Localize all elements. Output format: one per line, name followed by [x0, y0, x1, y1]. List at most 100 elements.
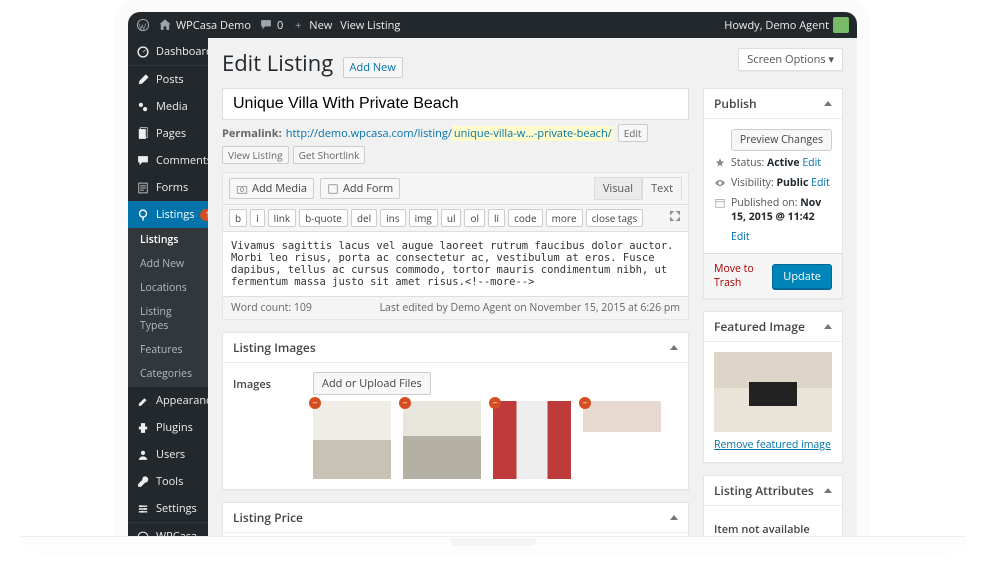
permalink-row: Permalink: http://demo.wpcasa.com/listin…: [222, 124, 689, 164]
listing-images-handle[interactable]: Listing Images: [223, 333, 688, 363]
add-upload-button[interactable]: Add or Upload Files: [313, 372, 431, 395]
page-title: Edit Listing: [222, 48, 333, 78]
submenu-add-new[interactable]: Add New: [128, 252, 208, 276]
menu-media[interactable]: Media: [128, 93, 208, 120]
remove-image-icon[interactable]: −: [309, 397, 321, 409]
edit-date-link[interactable]: Edit: [731, 230, 750, 244]
submenu-listing-types[interactable]: Listing Types: [128, 300, 208, 338]
move-to-trash-link[interactable]: Move to Trash: [714, 262, 772, 290]
listing-price-handle[interactable]: Listing Price: [223, 503, 688, 533]
listing-price-box: Listing Price Price (€) No currency symb…: [222, 502, 689, 540]
site-name[interactable]: WPCasa Demo: [158, 18, 251, 33]
qt-i[interactable]: i: [250, 209, 265, 227]
main-content: Edit Listing Add New Screen Options ▾ Pe…: [208, 38, 857, 540]
wp-logo[interactable]: [136, 18, 150, 32]
item-not-available-title: Item not available: [714, 522, 832, 537]
menu-tools[interactable]: Tools: [128, 468, 208, 495]
listing-images-box: Listing Images Images Add or Upload File…: [222, 332, 689, 490]
publish-box: Publish Preview Changes Status: Active E…: [703, 88, 843, 299]
submenu-features[interactable]: Features: [128, 338, 208, 362]
submenu-locations[interactable]: Locations: [128, 276, 208, 300]
add-new-button[interactable]: Add New: [343, 57, 403, 78]
add-form-button[interactable]: Add Form: [320, 178, 400, 199]
menu-comments[interactable]: Comments: [128, 147, 208, 174]
toggle-icon[interactable]: [824, 488, 832, 493]
submenu-categories[interactable]: Categories: [128, 362, 208, 386]
featured-image-handle[interactable]: Featured Image: [704, 312, 842, 342]
qt-bquote[interactable]: b-quote: [299, 209, 348, 227]
images-label: Images: [233, 373, 303, 479]
qt-ol[interactable]: ol: [464, 209, 485, 227]
remove-image-icon[interactable]: −: [579, 397, 591, 409]
menu-users[interactable]: Users: [128, 441, 208, 468]
listing-title-input[interactable]: [222, 88, 689, 120]
permalink-slug[interactable]: unique-villa-w…-private-beach/: [452, 126, 614, 141]
menu-dashboard[interactable]: Dashboard: [128, 38, 208, 65]
qt-more[interactable]: more: [546, 209, 583, 227]
edit-status-link[interactable]: Edit: [802, 156, 821, 170]
qt-ul[interactable]: ul: [441, 209, 462, 227]
qt-b[interactable]: b: [229, 209, 247, 227]
featured-image-box: Featured Image Remove featured image: [703, 311, 843, 463]
menu-appearance[interactable]: Appearance: [128, 387, 208, 414]
qt-li[interactable]: li: [488, 209, 505, 227]
toggle-icon[interactable]: [824, 101, 832, 106]
pin-icon: [714, 157, 726, 169]
featured-image-thumb[interactable]: [714, 352, 832, 432]
remove-image-icon[interactable]: −: [489, 397, 501, 409]
fullscreen-icon[interactable]: [668, 209, 682, 223]
qt-closetags[interactable]: close tags: [586, 209, 644, 227]
view-listing-link[interactable]: View Listing: [340, 18, 400, 33]
toggle-icon[interactable]: [670, 515, 678, 520]
image-thumb[interactable]: −: [493, 401, 571, 479]
menu-listings[interactable]: Listings1: [128, 201, 208, 228]
tab-text[interactable]: Text: [642, 177, 682, 200]
content-textarea[interactable]: Vivamus sagittis lacus vel augue laoreet…: [223, 231, 688, 296]
screen-options-toggle[interactable]: Screen Options ▾: [738, 48, 843, 71]
listing-attributes-box: Listing Attributes Item not available Th…: [703, 475, 843, 540]
get-shortlink-button[interactable]: Get Shortlink: [293, 146, 366, 164]
edit-visibility-link[interactable]: Edit: [811, 176, 830, 190]
tab-visual[interactable]: Visual: [594, 177, 642, 200]
my-account[interactable]: Howdy, Demo Agent: [724, 17, 849, 33]
toggle-icon[interactable]: [824, 324, 832, 329]
publish-handle[interactable]: Publish: [704, 89, 842, 119]
content-editor: Add Media Add Form Visual Text: [222, 172, 689, 320]
visibility-icon: [714, 177, 726, 189]
camera-icon: [236, 183, 248, 195]
submenu-listings[interactable]: Listings: [128, 228, 208, 252]
qt-code[interactable]: code: [508, 209, 543, 227]
preview-changes-button[interactable]: Preview Changes: [731, 129, 832, 151]
image-thumb[interactable]: −: [583, 401, 661, 479]
menu-plugins[interactable]: Plugins: [128, 414, 208, 441]
avatar: [833, 17, 849, 33]
form-icon: [327, 183, 339, 195]
permalink-base[interactable]: http://demo.wpcasa.com/listing/: [286, 126, 452, 141]
admin-menu: Dashboard Posts Media Pages Comments For…: [128, 38, 208, 540]
menu-forms[interactable]: Forms: [128, 174, 208, 201]
qt-del[interactable]: del: [351, 209, 377, 227]
new-content[interactable]: +New: [291, 18, 332, 33]
add-media-button[interactable]: Add Media: [229, 178, 314, 199]
listings-badge: 1: [200, 209, 208, 221]
toggle-icon[interactable]: [670, 345, 678, 350]
qt-ins[interactable]: ins: [380, 209, 405, 227]
image-thumb[interactable]: −: [403, 401, 481, 479]
remove-featured-image-link[interactable]: Remove featured image: [714, 438, 831, 452]
update-button[interactable]: Update: [772, 264, 832, 289]
remove-image-icon[interactable]: −: [399, 397, 411, 409]
qt-img[interactable]: img: [409, 209, 438, 227]
admin-bar: WPCasa Demo 0 +New View Listing Howdy, D…: [128, 12, 857, 38]
view-listing-button[interactable]: View Listing: [222, 146, 289, 164]
quicktags-toolbar: b i link b-quote del ins img ul ol li: [223, 204, 688, 231]
listings-submenu: Listings Add New Locations Listing Types…: [128, 228, 208, 386]
word-count: Word count: 109: [231, 301, 312, 315]
listing-attributes-handle[interactable]: Listing Attributes: [704, 476, 842, 506]
menu-pages[interactable]: Pages: [128, 120, 208, 147]
qt-link[interactable]: link: [268, 209, 296, 227]
menu-settings[interactable]: Settings: [128, 495, 208, 522]
comments-count[interactable]: 0: [259, 18, 283, 33]
menu-posts[interactable]: Posts: [128, 66, 208, 93]
image-thumb[interactable]: −: [313, 401, 391, 479]
edit-slug-button[interactable]: Edit: [618, 124, 648, 142]
